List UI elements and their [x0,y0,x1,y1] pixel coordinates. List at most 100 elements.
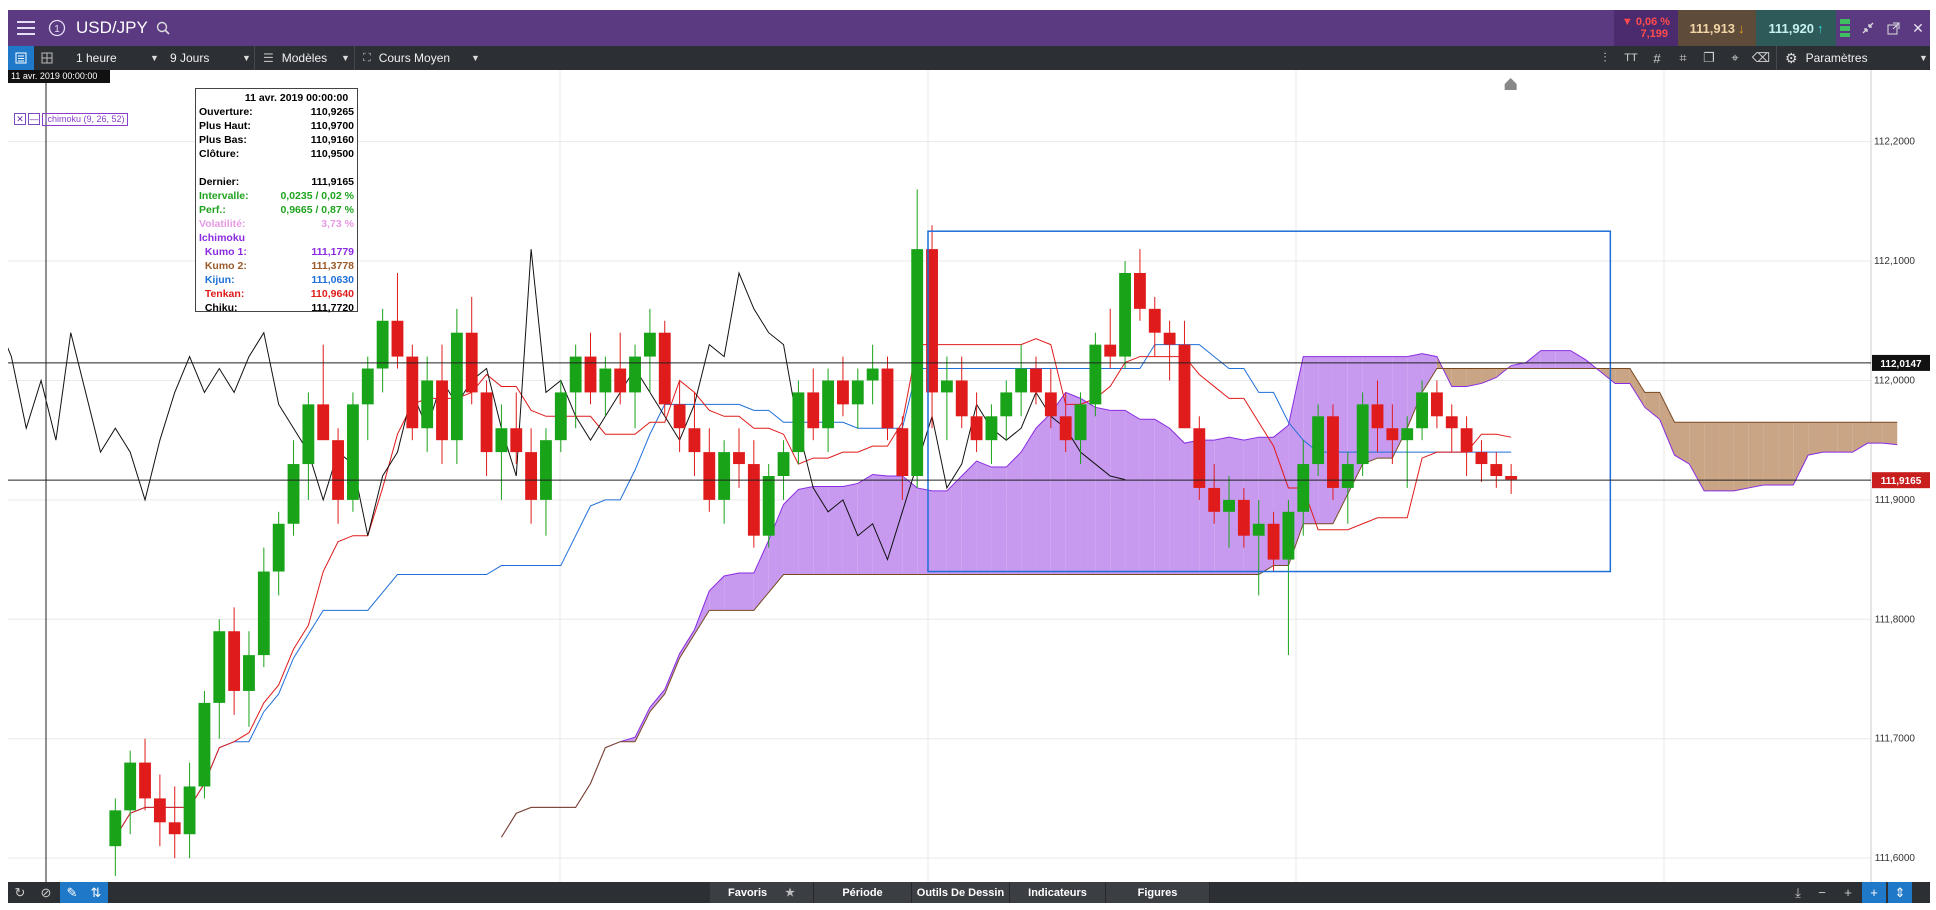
candle-body [1148,308,1161,333]
candle-body [1371,404,1384,429]
settings-button[interactable]: ⚙ Paramètres ▼ [1776,46,1930,70]
cloud-segment [1139,419,1155,575]
price-type-select[interactable]: ⛶ Cours Moyen ▼ [354,46,484,70]
info-value: 111,9165 [311,176,354,188]
candle-body [1237,499,1250,536]
star-icon: ★ [785,887,795,899]
info-row: Plus Bas: 110,9160 [199,133,354,147]
candle-body [213,631,226,703]
tag-icon[interactable]: ⌫ [1748,46,1774,70]
interval-value: 1 heure [76,51,117,65]
candle-body [703,452,716,500]
cloud-segment [1615,368,1630,384]
font-size-icon[interactable]: TT [1618,46,1644,70]
cloud-segment [872,474,888,575]
candle-body [332,440,344,500]
cloud-segment [857,474,873,575]
candle-body [510,428,523,453]
info-value: 110,9700 [310,120,354,132]
change-pct: 0,06 % [1635,16,1671,28]
tab-figures[interactable]: Figures [1106,882,1210,903]
magnet-icon[interactable]: ⌖ [1722,46,1748,70]
candle-body [1163,332,1176,345]
search-icon[interactable] [156,21,170,35]
y-tick-label: 111,7000 [1875,734,1916,745]
info-row: Tenkan: 110,9640 [199,287,354,301]
collapse-indicator-icon[interactable]: — [28,113,40,125]
cloud-segment [1763,422,1779,485]
tab-periode[interactable]: Période [814,882,912,903]
interval-select[interactable]: 1 heure ▼ [66,46,162,70]
remove-indicator-icon[interactable]: ✕ [14,113,26,125]
candle-body [747,464,760,536]
ask-price: 111,920 [1768,20,1815,36]
tab-favoris[interactable]: Favoris ★ [710,882,814,903]
candle-body [1341,464,1354,488]
fit-icon[interactable]: ⤓ [1786,882,1810,903]
popout-icon[interactable] [1880,10,1906,46]
bottom-bar: ↻ ⊘ ✎ ⇅ Favoris ★ Période Outils De Dess… [8,882,1930,903]
pencil-icon[interactable]: ✎ [60,882,84,903]
cloud-segment [887,476,903,575]
zoom-out-icon[interactable]: − [1810,882,1834,903]
y-tick-label: 111,9000 [1875,495,1916,506]
info-row: Chiku: 111,7720 [199,301,354,315]
candle-body [881,368,894,429]
templates-label: Modèles [281,51,328,65]
candle-body [361,368,374,405]
tab-indicateurs[interactable]: Indicateurs [1010,882,1106,903]
candle-body [480,392,493,453]
axis-icon[interactable]: ⫶ [1592,46,1618,70]
copy-icon[interactable]: ❐ [1696,46,1722,70]
cloud-segment [1748,422,1764,488]
candle-body [1133,273,1146,309]
info-label: Ouverture: [199,106,253,118]
indicator-tag[interactable]: ✕ — Ichimoku (9, 26, 52) [14,112,128,126]
candle-body [733,452,745,465]
grid-icon[interactable]: # [1644,46,1670,70]
candle-body [1089,344,1102,405]
candle-body [1327,416,1339,488]
ask-button[interactable]: 111,920 ↑ [1756,10,1836,46]
cloud-segment [798,486,814,575]
candle-body [673,404,686,429]
arrow-up-icon: ↑ [1817,20,1824,36]
indicator-label[interactable]: Ichimoku (9, 26, 52) [42,112,128,126]
close-icon[interactable]: ✕ [1906,10,1930,46]
candle-body [1490,464,1503,476]
templates-select[interactable]: ☰ Modèles ▼ [254,46,354,70]
info-label: Kumo 2: [199,260,247,272]
candle-body [450,332,463,441]
settings-label: Paramètres [1805,51,1868,65]
candle-body [421,380,434,429]
info-icon[interactable]: 1 [44,10,70,46]
info-date: 11 avr. 2019 00:00:00 [244,92,349,104]
zoom-in-icon[interactable]: + [1836,882,1860,903]
menu-icon[interactable] [8,10,44,46]
svg-text:1: 1 [54,24,60,35]
crosshair-icon[interactable]: + [1862,882,1886,903]
cloud-segment [917,487,933,575]
candle-body [777,452,790,476]
info-label: Volatilité: [199,218,246,230]
refresh-icon[interactable]: ↻ [8,882,32,903]
info-label: Chiku: [199,302,238,314]
symbol-title[interactable]: USD/JPY [76,10,170,46]
layout-icon[interactable] [34,46,60,70]
compress-icon[interactable] [1856,10,1880,46]
bid-button[interactable]: 111,913 ↓ [1678,10,1756,46]
range-select[interactable]: 9 Jours ▼ [162,46,254,70]
tab-outils-de-dessin[interactable]: Outils De Dessin [912,882,1010,903]
info-label: Dernier: [199,176,240,188]
candle-body [317,404,330,441]
candle-body [1044,392,1057,417]
tab-label: Outils De Dessin [916,886,1005,899]
expand-vertical-icon[interactable]: ⇕ [1888,882,1912,903]
crosshair-grid-icon[interactable]: ⌗ [1670,46,1696,70]
list-view-icon[interactable] [8,46,34,70]
clear-icon[interactable]: ⊘ [34,882,58,903]
info-value: 111,3778 [311,260,354,272]
candle-body [569,356,582,393]
sort-icon[interactable]: ⇅ [84,882,108,903]
price-label: 112,0147 [1880,359,1922,370]
